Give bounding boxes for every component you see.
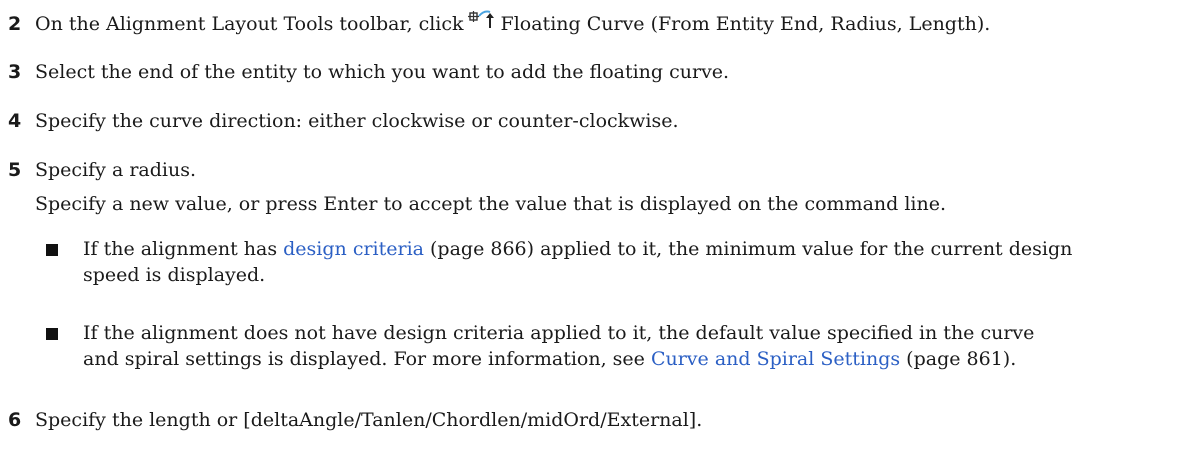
- bullet-text-continued: and spiral settings is displayed. For mo…: [83, 346, 1195, 372]
- step-text: Specify the length or [deltaAngle/Tanlen…: [35, 409, 703, 431]
- step-5-detail: Specify a new value, or press Enter to a…: [35, 193, 947, 215]
- step-number: 5: [8, 159, 22, 181]
- step-number: 2: [8, 13, 22, 35]
- bullet-item: If the alignment does not have design cr…: [35, 320, 1195, 372]
- step-text: Specify a radius.: [35, 159, 196, 181]
- bullet-text-continued: speed is displayed.: [83, 264, 266, 286]
- bullet-text-start: If the alignment has: [83, 238, 284, 260]
- step-3: 3 Select the end of the entity to which y…: [8, 59, 729, 85]
- floating-curve-icon: [467, 10, 498, 39]
- step-2: 2 On the Alignment Layout Tools toolbar, …: [8, 10, 990, 39]
- step-5: 5 Specify a radius.: [8, 157, 196, 183]
- step-number: 4: [8, 110, 22, 132]
- step-text: Select the end of the entity to which yo…: [35, 61, 730, 83]
- bullet-square-icon: [46, 244, 58, 256]
- step-text-suffix: Floating Curve (From Entity End, Radius,…: [500, 13, 991, 35]
- bullet-text-start: and spiral settings is displayed. For mo…: [83, 348, 651, 370]
- step-text: Specify the curve direction: either cloc…: [35, 110, 679, 132]
- bullet-text: If the alignment has design criteria (pa…: [83, 236, 1195, 262]
- curve-spiral-settings-link[interactable]: Curve and Spiral Settings: [651, 348, 900, 370]
- step-6: 6 Specify the length or [deltaAngle/Tanle…: [8, 407, 702, 433]
- design-criteria-link[interactable]: design criteria: [283, 238, 424, 260]
- bullet-square-icon: [46, 328, 58, 340]
- page-reference: (page 861).: [900, 348, 1017, 370]
- step-4: 4 Specify the curve direction: either clo…: [8, 108, 679, 134]
- step-number: 3: [8, 61, 22, 83]
- page-reference: (page 866) applied to it, the minimum va…: [423, 238, 1073, 260]
- bullet-item: If the alignment has design criteria (pa…: [35, 236, 1195, 288]
- step-text: On the Alignment Layout Tools toolbar, c…: [35, 13, 464, 35]
- bullet-text: If the alignment does not have design cr…: [83, 322, 1035, 344]
- step-number: 6: [8, 409, 22, 431]
